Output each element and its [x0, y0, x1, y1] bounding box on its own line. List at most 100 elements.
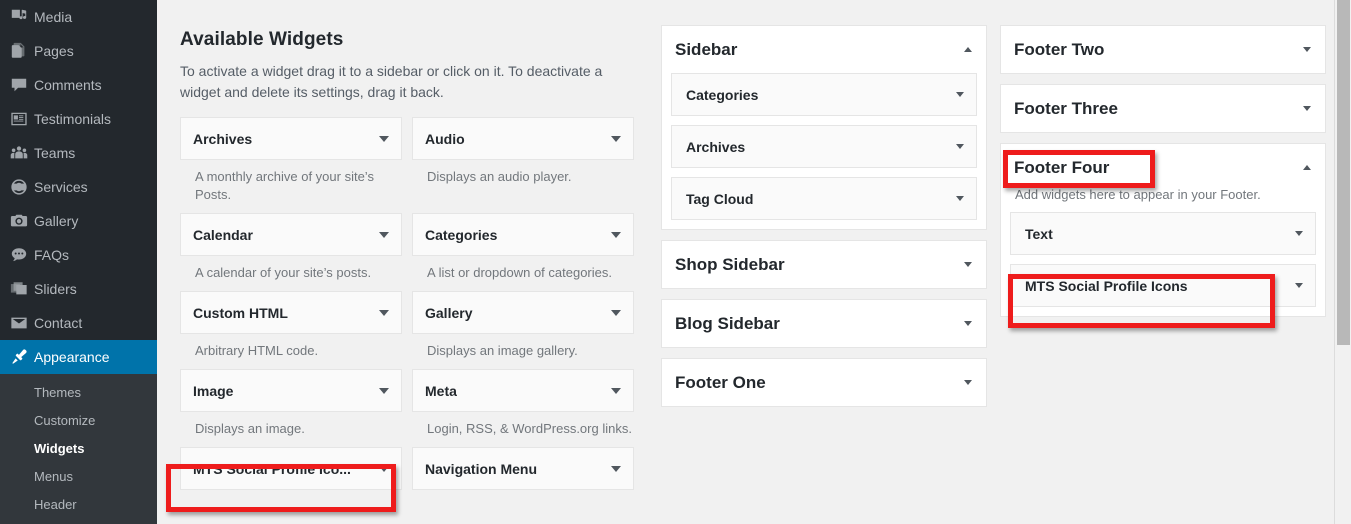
assigned-widget-text[interactable]: Text	[1010, 212, 1316, 255]
submenu-item-menus[interactable]: Menus	[0, 463, 157, 491]
page-title: Available Widgets	[180, 29, 344, 50]
panel-header-sidebar[interactable]: Sidebar	[662, 26, 986, 73]
widget-area-panel-footer-one: Footer One	[661, 358, 987, 407]
widget-area-panel-blog-sidebar: Blog Sidebar	[661, 299, 987, 348]
chevron-up-icon[interactable]	[964, 47, 972, 52]
admin-sidebar-menu: Media Pages Comments Testimonials Teams Servi…	[0, 0, 165, 524]
sidebar-widget-areas-column: Sidebar Categories Archives Tag Cloud Shop S…	[661, 25, 987, 417]
testimonials-icon	[4, 109, 34, 129]
chevron-down-icon[interactable]	[956, 144, 964, 149]
chevron-down-icon[interactable]	[611, 231, 621, 238]
panel-header-footer-two[interactable]: Footer Two	[1001, 26, 1325, 73]
appearance-icon	[4, 347, 34, 367]
widget-area-panel-shop-sidebar: Shop Sidebar	[661, 240, 987, 289]
assigned-widget-tag-cloud[interactable]: Tag Cloud	[671, 177, 977, 220]
widget-title: Custom HTML	[193, 304, 288, 321]
chevron-down-icon[interactable]	[379, 465, 389, 472]
chevron-down-icon[interactable]	[379, 387, 389, 394]
available-widget-calendar[interactable]: Calendar	[180, 213, 402, 256]
chevron-down-icon[interactable]	[611, 465, 621, 472]
panel-title: Blog Sidebar	[675, 313, 780, 333]
available-widget-cell: Image Displays an image.	[180, 369, 402, 447]
chevron-down-icon[interactable]	[956, 92, 964, 97]
page-scrollbar[interactable]	[1334, 0, 1351, 524]
widget-description: Displays an image.	[195, 421, 305, 436]
menu-item-gallery[interactable]: Gallery	[0, 204, 157, 238]
media-icon	[4, 7, 34, 27]
assigned-widget-categories[interactable]: Categories	[671, 73, 977, 116]
chevron-down-icon[interactable]	[379, 309, 389, 316]
widget-area-panel-footer-three: Footer Three	[1000, 84, 1326, 133]
chevron-down-icon[interactable]	[379, 135, 389, 142]
submenu-item-header[interactable]: Header	[0, 491, 157, 519]
widget-area-panel-footer-two: Footer Two	[1000, 25, 1326, 74]
widget-title: Audio	[425, 130, 465, 147]
chevron-down-icon[interactable]	[611, 135, 621, 142]
available-widgets-grid: Archives A monthly archive of your site’s…	[180, 117, 640, 490]
widget-area-panel-sidebar: Sidebar Categories Archives Tag Cloud	[661, 25, 987, 230]
available-widget-image[interactable]: Image	[180, 369, 402, 412]
widget-title: Categories	[425, 226, 498, 243]
available-widget-categories[interactable]: Categories	[412, 213, 634, 256]
menu-item-pages[interactable]: Pages	[0, 34, 157, 68]
menu-item-label: Teams	[34, 145, 76, 161]
widgets-main-content: Available Widgets To activate a widget d…	[157, 0, 1351, 524]
available-widget-cell: Categories A list or dropdown of categori…	[412, 213, 634, 291]
menu-item-media[interactable]: Media	[0, 0, 157, 34]
widget-description: Login, RSS, & WordPress.org links.	[427, 421, 632, 436]
chevron-down-icon[interactable]	[379, 231, 389, 238]
widget-description: A calendar of your site’s posts.	[195, 265, 372, 280]
available-widget-cell: Audio Displays an audio player.	[412, 117, 634, 213]
panel-header-footer-one[interactable]: Footer One	[662, 359, 986, 406]
available-widget-gallery[interactable]: Gallery	[412, 291, 634, 334]
menu-item-faqs[interactable]: FAQs	[0, 238, 157, 272]
menu-item-appearance[interactable]: Appearance	[0, 340, 165, 374]
chevron-down-icon[interactable]	[1295, 283, 1303, 288]
chevron-up-icon[interactable]	[1303, 165, 1311, 170]
chevron-down-icon[interactable]	[964, 380, 972, 385]
widget-description: A monthly archive of your site’s Posts.	[195, 169, 374, 202]
available-widget-meta[interactable]: Meta	[412, 369, 634, 412]
menu-item-label: FAQs	[34, 247, 70, 263]
chevron-down-icon[interactable]	[964, 321, 972, 326]
available-widget-custom-html[interactable]: Custom HTML	[180, 291, 402, 334]
panel-title: Shop Sidebar	[675, 254, 785, 274]
available-widget-archives[interactable]: Archives	[180, 117, 402, 160]
menu-item-testimonials[interactable]: Testimonials	[0, 102, 157, 136]
menu-item-label: Contact	[34, 315, 83, 331]
available-widget-cell: Calendar A calendar of your site’s posts.	[180, 213, 402, 291]
menu-item-services[interactable]: Services	[0, 170, 157, 204]
widget-description: A list or dropdown of categories.	[427, 265, 612, 280]
chevron-down-icon[interactable]	[1295, 231, 1303, 236]
menu-item-comments[interactable]: Comments	[0, 68, 157, 102]
widget-description: Displays an audio player.	[427, 169, 572, 184]
menu-item-contact[interactable]: Contact	[0, 306, 157, 340]
submenu-item-themes[interactable]: Themes	[0, 379, 157, 407]
chevron-down-icon[interactable]	[956, 196, 964, 201]
panel-title: Footer Two	[1014, 39, 1105, 59]
available-widget-audio[interactable]: Audio	[412, 117, 634, 160]
panel-title: Footer Three	[1014, 98, 1118, 118]
panel-header-blog-sidebar[interactable]: Blog Sidebar	[662, 300, 986, 347]
chevron-down-icon[interactable]	[964, 262, 972, 267]
available-widget-mts-social-profile-ico-[interactable]: MTS Social Profile Ico...	[180, 447, 402, 490]
chevron-down-icon[interactable]	[611, 309, 621, 316]
gallery-icon	[4, 211, 34, 231]
panel-header-footer-four[interactable]: Footer Four	[1001, 144, 1325, 191]
submenu-item-customize[interactable]: Customize	[0, 407, 157, 435]
panel-header-shop-sidebar[interactable]: Shop Sidebar	[662, 241, 986, 288]
menu-item-teams[interactable]: Teams	[0, 136, 157, 170]
menu-item-sliders[interactable]: Sliders	[0, 272, 157, 306]
panel-header-footer-three[interactable]: Footer Three	[1001, 85, 1325, 132]
chevron-down-icon[interactable]	[611, 387, 621, 394]
chevron-down-icon[interactable]	[1303, 106, 1311, 111]
chevron-down-icon[interactable]	[1303, 47, 1311, 52]
submenu-item-widgets[interactable]: Widgets	[0, 435, 157, 463]
assigned-widget-mts-social-profile-icons[interactable]: MTS Social Profile Icons	[1010, 264, 1316, 307]
assigned-widget-archives[interactable]: Archives	[671, 125, 977, 168]
menu-item-label: Gallery	[34, 213, 79, 229]
scrollbar-thumb[interactable]	[1337, 0, 1350, 345]
panel-title: Footer Four	[1014, 157, 1110, 177]
widget-title: Categories	[686, 86, 759, 103]
available-widget-navigation-menu[interactable]: Navigation Menu	[412, 447, 634, 490]
